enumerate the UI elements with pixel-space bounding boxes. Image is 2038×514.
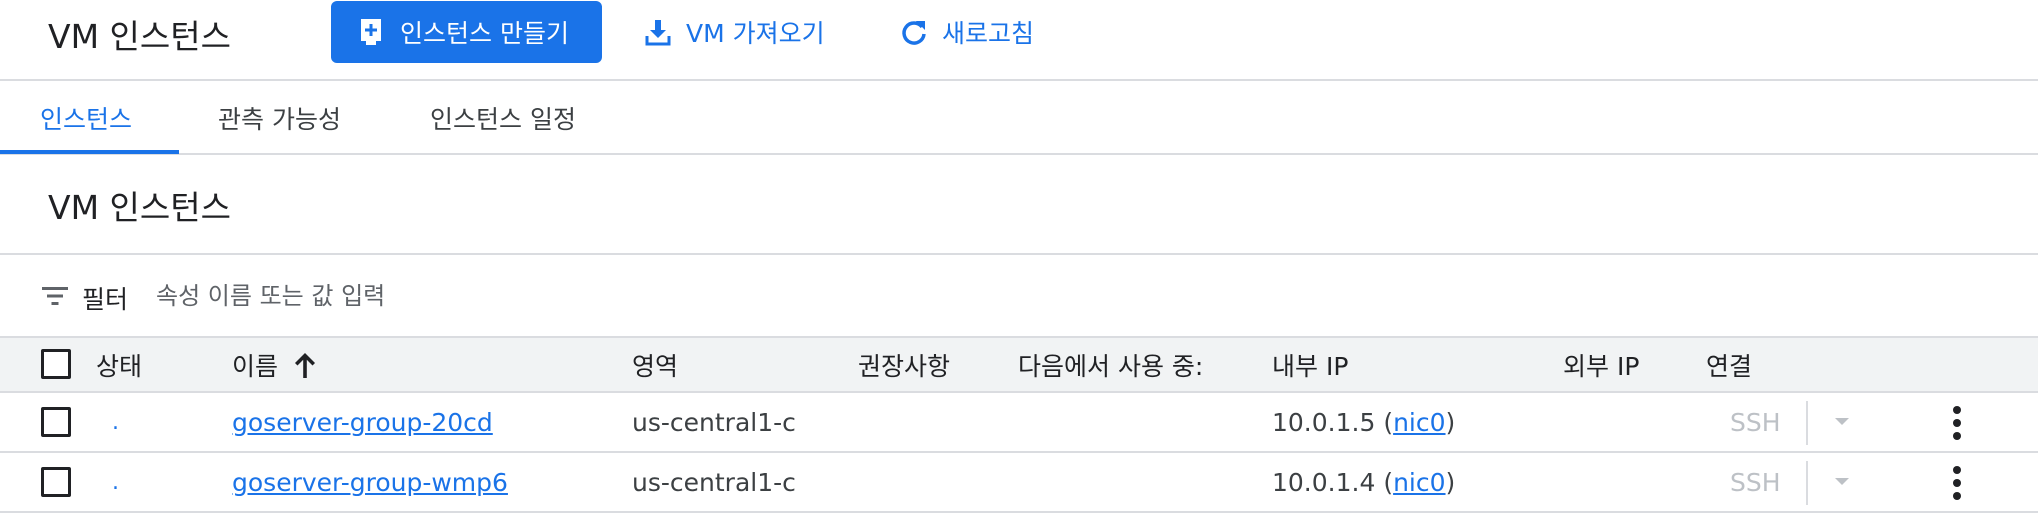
nic-link[interactable]: nic0 (1393, 408, 1445, 437)
column-status: 상태 (96, 352, 143, 381)
column-zone: 영역 (632, 352, 679, 381)
import-vm-label: VM 가져오기 (686, 19, 825, 48)
ssh-button[interactable]: SSH (1730, 465, 1781, 499)
ssh-divider (1806, 401, 1808, 445)
filter-input[interactable] (156, 278, 856, 314)
section-title: VM 인스턴스 (48, 188, 231, 227)
refresh-button[interactable]: 새로고침 (900, 10, 1034, 54)
column-connect: 연결 (1706, 352, 1753, 381)
zone-cell: us-central1-c (632, 407, 796, 437)
column-name[interactable]: 이름 (232, 348, 318, 382)
zone-cell: us-central1-c (632, 467, 796, 497)
tab-instances[interactable]: 인스턴스 (40, 81, 132, 155)
tab-bar: 인스턴스 관측 가능성 인스턴스 일정 (0, 81, 2038, 155)
status-indicator: . (112, 409, 119, 435)
column-internal-ip: 내부 IP (1272, 352, 1349, 381)
caret-down-icon[interactable] (1832, 409, 1852, 433)
filter-label: 필터 (82, 285, 129, 314)
column-in-use-by: 다음에서 사용 중: (1018, 352, 1204, 381)
refresh-icon (900, 17, 928, 47)
internal-ip-value: 10.0.1.5 (1272, 407, 1376, 437)
create-instance-button[interactable]: 인스턴스 만들기 (331, 1, 602, 63)
nic-link[interactable]: nic0 (1393, 468, 1445, 497)
instances-section: VM 인스턴스 (0, 157, 2038, 255)
add-instance-icon (358, 17, 384, 47)
ssh-button[interactable]: SSH (1730, 405, 1781, 439)
instance-name-link[interactable]: goserver-group-20cd (232, 405, 493, 439)
internal-ip-cell: 10.0.1.4 (nic0) (1272, 467, 1456, 497)
select-all-checkbox[interactable] (41, 349, 71, 379)
internal-ip-cell: 10.0.1.5 (nic0) (1272, 407, 1456, 437)
caret-down-icon[interactable] (1832, 469, 1852, 493)
instance-name-link[interactable]: goserver-group-wmp6 (232, 465, 508, 499)
tab-observability[interactable]: 관측 가능성 (218, 81, 341, 155)
filter-icon[interactable] (42, 284, 68, 308)
column-name-label: 이름 (232, 352, 279, 381)
create-instance-label: 인스턴스 만들기 (400, 19, 569, 48)
import-vm-button[interactable]: VM 가져오기 (644, 10, 825, 54)
column-external-ip: 외부 IP (1563, 352, 1640, 381)
ssh-divider (1806, 461, 1808, 505)
row-checkbox[interactable] (41, 407, 71, 437)
table-row: . goserver-group-20cd us-central1-c 10.0… (0, 393, 2038, 453)
internal-ip-value: 10.0.1.4 (1272, 467, 1376, 497)
row-checkbox[interactable] (41, 467, 71, 497)
table-header: 상태 이름 영역 권장사항 다음에서 사용 중: 내부 IP 외부 IP 연결 (0, 336, 2038, 393)
download-icon (644, 17, 672, 47)
refresh-label: 새로고침 (942, 19, 1035, 48)
page-header: VM 인스턴스 인스턴스 만들기 VM 가져오기 새로고침 (0, 0, 2038, 81)
status-indicator: . (112, 469, 119, 495)
more-vert-icon[interactable] (1944, 463, 1970, 503)
tab-instance-schedules[interactable]: 인스턴스 일정 (430, 81, 576, 155)
page-title: VM 인스턴스 (48, 17, 231, 56)
more-vert-icon[interactable] (1944, 403, 1970, 443)
active-tab-indicator (0, 150, 179, 154)
column-recommendation: 권장사항 (858, 352, 951, 381)
filter-bar: 필터 (0, 256, 2038, 336)
sort-arrow-up-icon[interactable] (292, 350, 318, 380)
table-row: . goserver-group-wmp6 us-central1-c 10.0… (0, 453, 2038, 513)
